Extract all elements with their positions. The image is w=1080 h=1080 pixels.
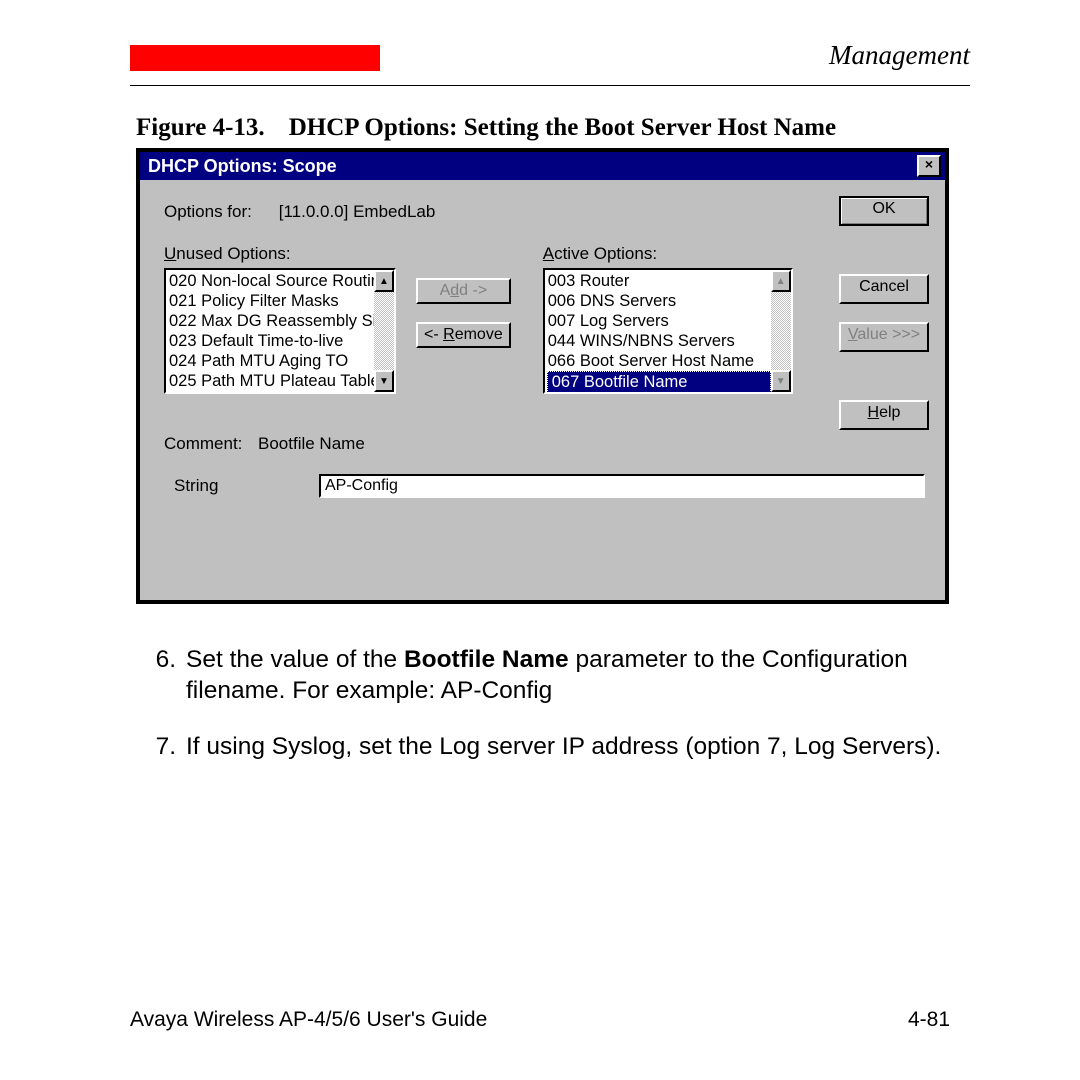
list-item[interactable]: 024 Path MTU Aging TO <box>169 351 374 371</box>
list-item[interactable]: 067 Bootfile Name <box>547 371 771 392</box>
unused-options-listbox[interactable]: 020 Non-local Source Routing 021 Policy … <box>164 268 396 394</box>
help-button[interactable]: Help <box>839 400 929 430</box>
step-text-pre: Set the value of the <box>186 646 404 673</box>
chapter-title: Management <box>829 40 970 71</box>
footer-right: 4-81 <box>908 1008 950 1032</box>
list-item[interactable]: 066 Boot Server Host Name <box>548 351 771 371</box>
scroll-up-icon[interactable]: ▲ <box>374 270 394 292</box>
figure-caption-title: DHCP Options: Setting the Boot Server Ho… <box>289 114 836 141</box>
active-options-listbox[interactable]: 003 Router 006 DNS Servers 007 Log Serve… <box>543 268 793 394</box>
step-number: 7. <box>130 731 186 762</box>
string-input[interactable] <box>319 474 925 498</box>
scroll-track[interactable] <box>771 292 791 370</box>
comment-value: Bootfile Name <box>258 434 365 454</box>
step-text-bold: Bootfile Name <box>404 646 569 673</box>
options-for-value: [11.0.0.0] EmbedLab <box>279 202 436 221</box>
list-item[interactable]: 006 DNS Servers <box>548 291 771 311</box>
string-label: String <box>164 476 319 496</box>
dialog-titlebar[interactable]: DHCP Options: Scope × <box>140 152 945 180</box>
list-item[interactable]: 023 Default Time-to-live <box>169 331 374 351</box>
figure-caption: Figure 4-13. DHCP Options: Setting the Bo… <box>136 114 970 142</box>
step-item: 6. Set the value of the Bootfile Name pa… <box>130 644 970 707</box>
unused-options-label: Unused Options: <box>164 244 396 264</box>
options-for-label: Options for: <box>164 202 274 222</box>
step-number: 6. <box>130 644 186 707</box>
scrollbar[interactable]: ▲ ▼ <box>771 270 791 392</box>
dhcp-options-dialog: DHCP Options: Scope × Options for: [11.0… <box>136 148 949 604</box>
list-item[interactable]: 007 Log Servers <box>548 311 771 331</box>
scroll-up-icon[interactable]: ▲ <box>771 270 791 292</box>
step-text-pre: If using Syslog, set the Log server IP a… <box>186 733 941 760</box>
step-text: Set the value of the Bootfile Name param… <box>186 644 970 707</box>
step-item: 7. If using Syslog, set the Log server I… <box>130 731 970 762</box>
ok-button[interactable]: OK <box>839 196 929 226</box>
brand-red-block <box>130 45 380 71</box>
footer-left: Avaya Wireless AP-4/5/6 User's Guide <box>130 1008 487 1032</box>
list-item[interactable]: 025 Path MTU Plateau Table <box>169 371 374 391</box>
step-text: If using Syslog, set the Log server IP a… <box>186 731 970 762</box>
value-button[interactable]: Value >>> <box>839 322 929 352</box>
list-item[interactable]: 044 WINS/NBNS Servers <box>548 331 771 351</box>
remove-button[interactable]: <- Remove <box>416 322 511 348</box>
scroll-down-icon[interactable]: ▼ <box>771 370 791 392</box>
add-button[interactable]: Add -> <box>416 278 511 304</box>
list-item[interactable]: 020 Non-local Source Routing <box>169 271 374 291</box>
list-item[interactable]: 022 Max DG Reassembly Size <box>169 311 374 331</box>
dialog-title: DHCP Options: Scope <box>148 156 337 177</box>
figure-caption-prefix: Figure 4-13. <box>136 114 265 141</box>
scrollbar[interactable]: ▲ ▼ <box>374 270 394 392</box>
active-options-items[interactable]: 003 Router 006 DNS Servers 007 Log Serve… <box>545 270 771 392</box>
comment-label: Comment: <box>164 434 242 454</box>
active-options-label: Active Options: <box>543 244 793 264</box>
list-item[interactable]: 003 Router <box>548 271 771 291</box>
unused-options-items[interactable]: 020 Non-local Source Routing 021 Policy … <box>166 270 374 392</box>
header-divider <box>130 85 970 86</box>
close-icon[interactable]: × <box>917 155 941 177</box>
scroll-down-icon[interactable]: ▼ <box>374 370 394 392</box>
options-for-row: Options for: [11.0.0.0] EmbedLab <box>164 202 931 222</box>
scroll-track[interactable] <box>374 292 394 370</box>
list-item[interactable]: 021 Policy Filter Masks <box>169 291 374 311</box>
cancel-button[interactable]: Cancel <box>839 274 929 304</box>
